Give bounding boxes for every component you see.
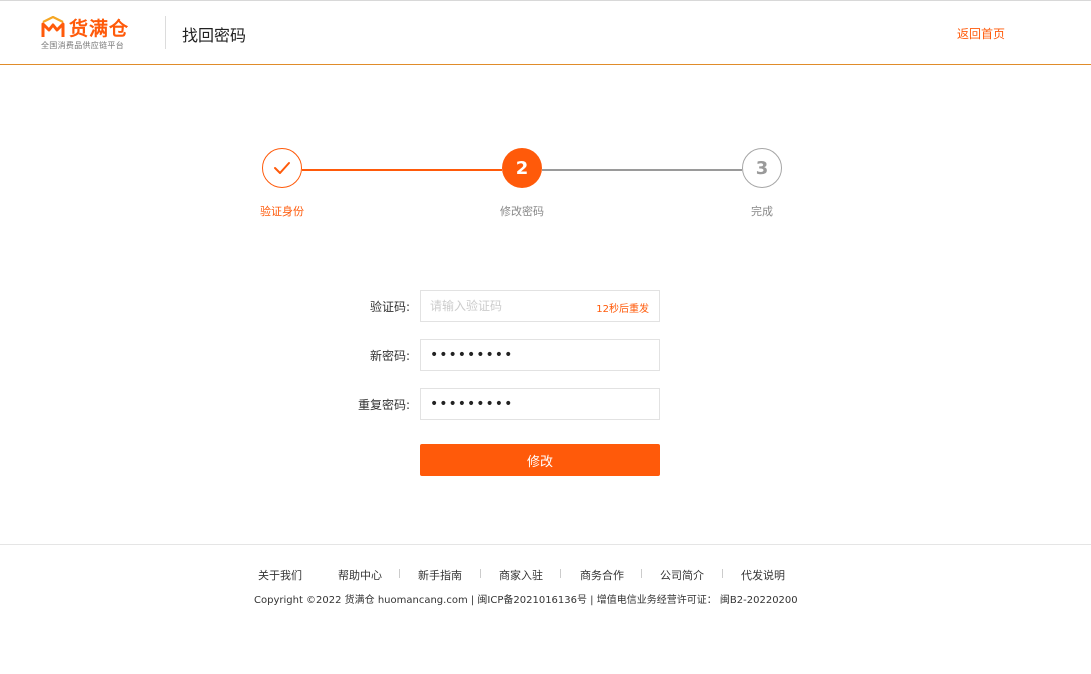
step-3-circle: 3 bbox=[742, 148, 782, 188]
step-1-label: 验证身份 bbox=[260, 205, 304, 218]
footer-separator bbox=[641, 569, 642, 578]
copyright-text: Copyright ©2022 货满仓 huomancang.com | 闽IC… bbox=[254, 595, 798, 606]
footer-link-company[interactable]: 公司简介 bbox=[660, 567, 704, 583]
footer-separator bbox=[399, 569, 400, 578]
repeat-password-input[interactable] bbox=[421, 389, 659, 419]
footer-separator bbox=[560, 569, 561, 578]
progress-steps: 2 3 验证身份 修改密码 完成 bbox=[0, 0, 1091, 230]
new-password-field bbox=[420, 339, 660, 371]
footer-links: 关于我们 帮助中心 新手指南 商家入驻 商务合作 公司简介 代发说明 bbox=[238, 567, 798, 583]
code-field: 12秒后重发 bbox=[420, 290, 660, 322]
footer-link-merchant[interactable]: 商家入驻 bbox=[499, 567, 543, 583]
check-icon bbox=[274, 162, 290, 174]
new-password-label: 新密码: bbox=[369, 349, 410, 363]
footer-link-about[interactable]: 关于我们 bbox=[258, 567, 302, 583]
new-password-input[interactable] bbox=[421, 340, 659, 370]
footer-link-business[interactable]: 商务合作 bbox=[580, 567, 624, 583]
step-1-circle bbox=[262, 148, 302, 188]
footer-separator bbox=[722, 569, 723, 578]
step-2-circle: 2 bbox=[502, 148, 542, 188]
footer-divider bbox=[0, 544, 1091, 545]
modify-button[interactable]: 修改 bbox=[420, 444, 660, 476]
footer-link-help[interactable]: 帮助中心 bbox=[338, 567, 382, 583]
step-connector-done bbox=[302, 169, 502, 171]
resend-code-countdown[interactable]: 12秒后重发 bbox=[596, 300, 649, 315]
repeat-password-field bbox=[420, 388, 660, 420]
repeat-password-label: 重复密码: bbox=[357, 398, 410, 412]
step-3-label: 完成 bbox=[751, 205, 773, 218]
footer-link-dropship[interactable]: 代发说明 bbox=[741, 567, 785, 583]
step-connector-pending bbox=[542, 169, 742, 171]
footer-separator bbox=[480, 569, 481, 578]
footer-link-guide[interactable]: 新手指南 bbox=[418, 567, 462, 583]
code-label: 验证码: bbox=[369, 300, 410, 314]
step-2-label: 修改密码 bbox=[500, 205, 544, 218]
